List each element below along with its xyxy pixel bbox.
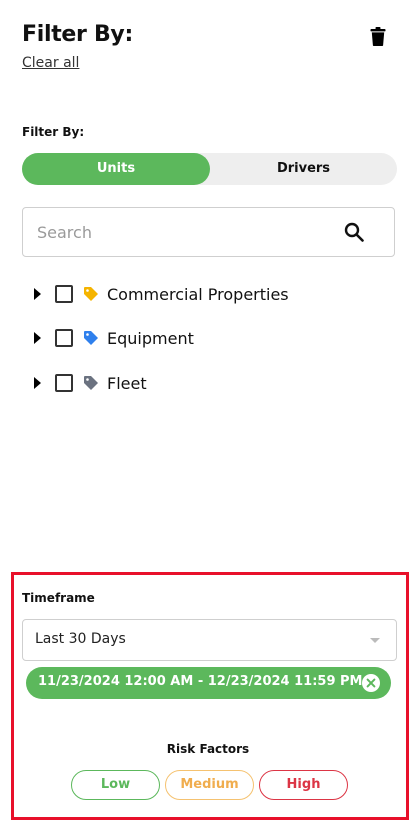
risk-medium-button[interactable]: Medium	[165, 770, 254, 800]
expand-triangle-icon[interactable]	[34, 288, 41, 300]
expand-triangle-icon[interactable]	[34, 377, 41, 389]
tree-item-label: Commercial Properties	[107, 284, 289, 304]
tree-item-label: Equipment	[107, 328, 194, 348]
search-icon[interactable]	[344, 222, 364, 242]
checkbox[interactable]	[55, 285, 73, 303]
tree-item-fleet: Fleet	[34, 370, 147, 396]
filter-segmented-control: Units Drivers	[22, 153, 397, 185]
timeframe-select[interactable]: Last 30 Days	[22, 619, 397, 661]
expand-triangle-icon[interactable]	[34, 332, 41, 344]
tab-units[interactable]: Units	[22, 153, 210, 185]
search-box	[22, 207, 395, 257]
filter-by-label: Filter By:	[22, 125, 85, 139]
date-range-text: 11/23/2024 12:00 AM - 12/23/2024 11:59 P…	[38, 674, 363, 689]
timeframe-selected-value: Last 30 Days	[35, 631, 126, 647]
chevron-down-icon	[370, 638, 380, 643]
risk-factors-label: Risk Factors	[166, 742, 250, 756]
tag-icon	[84, 376, 98, 390]
close-icon[interactable]	[362, 674, 380, 692]
tab-drivers[interactable]: Drivers	[210, 153, 397, 185]
tree-item-commercial-properties: Commercial Properties	[34, 281, 289, 307]
risk-low-button[interactable]: Low	[71, 770, 160, 800]
page-title: Filter By:	[22, 22, 133, 47]
date-range-chip: 11/23/2024 12:00 AM - 12/23/2024 11:59 P…	[26, 667, 391, 699]
clear-all-link[interactable]: Clear all	[22, 55, 79, 71]
tag-icon	[84, 331, 98, 345]
risk-high-button[interactable]: High	[259, 770, 348, 800]
tag-icon	[84, 287, 98, 301]
tree-item-label: Fleet	[107, 373, 147, 393]
timeframe-label: Timeframe	[22, 591, 95, 605]
trash-icon[interactable]	[370, 27, 386, 46]
search-input[interactable]	[37, 220, 327, 244]
checkbox[interactable]	[55, 329, 73, 347]
checkbox[interactable]	[55, 374, 73, 392]
tree-item-equipment: Equipment	[34, 325, 194, 351]
